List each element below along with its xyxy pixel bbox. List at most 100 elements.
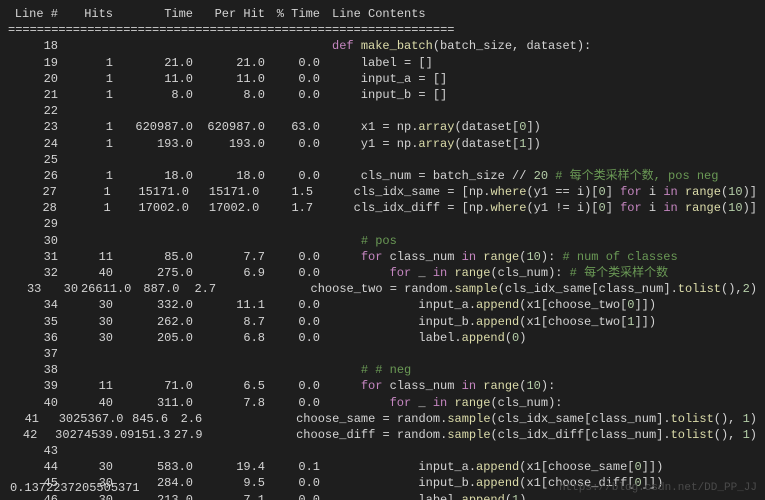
- profiler-row: 2118.08.00.0 input_b = []: [8, 87, 757, 103]
- cell-code: choose_diff = random.sample(cls_idx_diff…: [210, 427, 757, 443]
- cell-hits: 1: [58, 136, 113, 152]
- cell-line: 23: [8, 119, 58, 135]
- cell-code: label = []: [332, 55, 757, 71]
- cell-time: [113, 346, 193, 362]
- cell-pct: [265, 152, 320, 168]
- cell-hits: 11: [58, 378, 113, 394]
- cell-line: 34: [8, 297, 58, 313]
- cell-pct: 0.1: [265, 459, 320, 475]
- cell-perhit: 193.0: [193, 136, 265, 152]
- profiler-rows: 18def make_batch(batch_size, dataset):19…: [8, 38, 757, 500]
- cell-pct: [265, 362, 320, 378]
- cell-line: 32: [8, 265, 58, 281]
- cell-pct: 0.0: [265, 314, 320, 330]
- cell-line: 22: [8, 103, 58, 119]
- cell-line: 37: [8, 346, 58, 362]
- cell-time: 26611.0: [78, 281, 131, 297]
- cell-perhit: 18.0: [193, 168, 265, 184]
- cell-pct: 27.9: [170, 427, 202, 443]
- cell-pct: [265, 346, 320, 362]
- profiler-row: 20111.011.00.0 input_a = []: [8, 71, 757, 87]
- cell-time: [113, 362, 193, 378]
- cell-pct: [265, 443, 320, 459]
- cell-time: 332.0: [113, 297, 193, 313]
- cell-perhit: 9.5: [193, 475, 265, 491]
- cell-pct: 0.0: [265, 297, 320, 313]
- cell-time: 8.0: [113, 87, 193, 103]
- cell-hits: 1: [58, 55, 113, 71]
- cell-perhit: 887.0: [131, 281, 179, 297]
- cell-perhit: 21.0: [193, 55, 265, 71]
- profiler-row: 311185.07.70.0 for class_num in range(10…: [8, 249, 757, 265]
- cell-code: [332, 346, 757, 362]
- cell-pct: 2.6: [168, 411, 202, 427]
- cell-code: cls_idx_diff = [np.where(y1 != i)[0] for…: [325, 200, 757, 216]
- cell-code: # pos: [332, 233, 757, 249]
- cell-pct: 1.7: [259, 200, 313, 216]
- cell-pct: 0.0: [265, 249, 320, 265]
- cell-time: 205.0: [113, 330, 193, 346]
- col-header-contents: Line Contents: [332, 6, 757, 22]
- cell-line: 33: [8, 281, 41, 297]
- cell-line: 25: [8, 152, 58, 168]
- profiler-row: 18def make_batch(batch_size, dataset):: [8, 38, 757, 54]
- cell-hits: 30: [37, 427, 69, 443]
- cell-line: 18: [8, 38, 58, 54]
- cell-perhit: 8.7: [193, 314, 265, 330]
- cell-line: 42: [8, 427, 37, 443]
- cell-line: 41: [8, 411, 39, 427]
- cell-hits: 1: [57, 184, 111, 200]
- cell-pct: 0.0: [265, 378, 320, 394]
- cell-pct: [265, 103, 320, 119]
- cell-time: 21.0: [113, 55, 193, 71]
- cell-code: choose_two = random.sample(cls_idx_same[…: [224, 281, 757, 297]
- cell-pct: [265, 233, 320, 249]
- cell-pct: 0.0: [265, 136, 320, 152]
- cell-time: [113, 216, 193, 232]
- cell-time: 71.0: [113, 378, 193, 394]
- cell-code: # # neg: [332, 362, 757, 378]
- profiler-row: 3630205.06.80.0 label.append(0): [8, 330, 757, 346]
- cell-hits: 1: [58, 168, 113, 184]
- cell-hits: [58, 216, 113, 232]
- cell-perhit: 11.0: [193, 71, 265, 87]
- cell-hits: 1: [58, 87, 113, 103]
- cell-time: 274539.0: [70, 427, 128, 443]
- cell-perhit: 7.1: [193, 492, 265, 500]
- cell-perhit: 19.4: [193, 459, 265, 475]
- profiler-row: 3530262.08.70.0 input_b.append(x1[choose…: [8, 314, 757, 330]
- cell-code: cls_idx_same = [np.where(y1 == i)[0] for…: [325, 184, 757, 200]
- profiler-row: 241193.0193.00.0 y1 = np.array(dataset[1…: [8, 136, 757, 152]
- cell-time: [113, 233, 193, 249]
- cell-hits: 1: [58, 71, 113, 87]
- cell-line: 38: [8, 362, 58, 378]
- cell-time: 85.0: [113, 249, 193, 265]
- profiler-row: 27115171.015171.01.5 cls_idx_same = [np.…: [8, 184, 757, 200]
- profiler-row: 38 # # neg: [8, 362, 757, 378]
- cell-hits: 30: [58, 330, 113, 346]
- cell-hits: 11: [58, 249, 113, 265]
- cell-perhit: 15171.0: [189, 184, 259, 200]
- cell-pct: 0.0: [265, 55, 320, 71]
- cell-perhit: [193, 38, 265, 54]
- cell-hits: 40: [58, 395, 113, 411]
- cell-code: [332, 152, 757, 168]
- cell-code: [332, 443, 757, 459]
- header-row: Line # Hits Time Per Hit % Time Line Con…: [8, 6, 757, 22]
- cell-time: 15171.0: [111, 184, 189, 200]
- cell-time: 18.0: [113, 168, 193, 184]
- cell-perhit: [193, 152, 265, 168]
- cell-time: [113, 38, 193, 54]
- cell-code: input_b = []: [332, 87, 757, 103]
- cell-code: [332, 216, 757, 232]
- header-rule: ========================================…: [8, 22, 757, 38]
- cell-hits: 40: [58, 265, 113, 281]
- cell-perhit: [193, 362, 265, 378]
- cell-perhit: [193, 216, 265, 232]
- profiler-row: 43: [8, 443, 757, 459]
- cell-code: for class_num in range(10):: [332, 378, 757, 394]
- cell-line: 35: [8, 314, 58, 330]
- cell-perhit: 11.1: [193, 297, 265, 313]
- cell-line: 40: [8, 395, 58, 411]
- cell-pct: 0.0: [265, 330, 320, 346]
